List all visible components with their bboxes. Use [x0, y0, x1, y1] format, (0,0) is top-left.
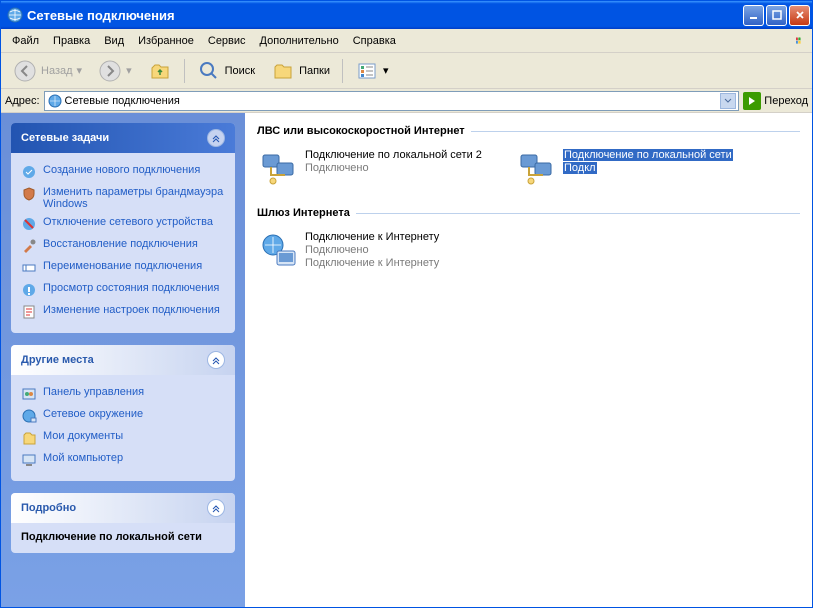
group-header-lan: ЛВС или высокоскоростной Интернет [249, 121, 808, 141]
separator [184, 59, 185, 83]
forward-icon [98, 59, 122, 83]
link-my-documents[interactable]: Мои документы [21, 427, 225, 449]
search-button[interactable]: Поиск [191, 57, 261, 85]
control-panel-icon [21, 386, 37, 402]
computer-icon [21, 452, 37, 468]
task-disable[interactable]: Отключение сетевого устройства [21, 213, 225, 235]
link-network-places[interactable]: Сетевое окружение [21, 405, 225, 427]
forward-button[interactable]: ▾ [92, 57, 138, 85]
separator [342, 59, 343, 83]
panel-network-tasks: Сетевые задачи Создание нового подключен… [11, 123, 235, 333]
chevron-down-icon: ▾ [126, 64, 132, 77]
properties-icon [21, 304, 37, 320]
close-button[interactable] [789, 5, 810, 26]
address-value: Сетевые подключения [65, 95, 180, 107]
titlebar: Сетевые подключения [1, 1, 812, 29]
group-items: Подключение к Интернету Подключено Подкл… [249, 223, 808, 285]
gateway-item[interactable]: Подключение к Интернету Подключено Подкл… [257, 229, 507, 273]
task-repair[interactable]: Восстановление подключения [21, 235, 225, 257]
address-bar: Адрес: Сетевые подключения Переход [1, 89, 812, 113]
address-label: Адрес: [5, 95, 40, 107]
folders-icon [271, 59, 295, 83]
chevron-down-icon: ▾ [383, 64, 389, 77]
location-icon [47, 93, 63, 109]
network-places-icon [21, 408, 37, 424]
repair-icon [21, 238, 37, 254]
menu-favorites[interactable]: Избранное [131, 32, 201, 50]
window: Сетевые подключения Файл Правка Вид Избр… [0, 0, 813, 608]
chevron-down-icon: ▾ [77, 64, 83, 77]
internet-gateway-icon [259, 231, 299, 271]
panel-body: Создание нового подключения Изменить пар… [11, 153, 235, 333]
go-icon [743, 92, 761, 110]
task-firewall[interactable]: Изменить параметры брандмауэра Windows [21, 183, 225, 213]
lan-icon [517, 149, 557, 189]
rename-icon [21, 260, 37, 276]
views-button[interactable]: ▾ [349, 57, 395, 85]
task-new-connection[interactable]: Создание нового подключения [21, 161, 225, 183]
search-icon [197, 59, 221, 83]
minimize-button[interactable] [743, 5, 764, 26]
connection-item-selected[interactable]: Подключение по локальной сети Подкл [515, 147, 765, 191]
item-text: Подключение по локальной сети Подкл [563, 149, 763, 189]
sidebar: Сетевые задачи Создание нового подключен… [1, 113, 245, 607]
link-my-computer[interactable]: Мой компьютер [21, 449, 225, 471]
panel-header[interactable]: Другие места [11, 345, 235, 375]
task-status[interactable]: Просмотр состояния подключения [21, 279, 225, 301]
folders-button[interactable]: Папки [265, 57, 336, 85]
collapse-icon[interactable] [207, 351, 225, 369]
windows-flag-icon [788, 29, 812, 53]
network-disable-icon [21, 216, 37, 232]
collapse-icon[interactable] [207, 499, 225, 517]
address-input[interactable]: Сетевые подключения [44, 91, 740, 111]
panel-details: Подробно Подключение по локальной сети [11, 493, 235, 553]
menu-advanced[interactable]: Дополнительно [253, 32, 346, 50]
back-button[interactable]: Назад ▾ [7, 57, 88, 85]
main-area: ЛВС или высокоскоростной Интернет Подклю… [245, 113, 812, 607]
documents-icon [21, 430, 37, 446]
lan-icon [259, 149, 299, 189]
item-text: Подключение по локальной сети 2 Подключе… [305, 149, 505, 189]
window-title: Сетевые подключения [27, 8, 743, 23]
group-items: Подключение по локальной сети 2 Подключе… [249, 141, 808, 203]
window-buttons [743, 5, 810, 26]
menubar: Файл Правка Вид Избранное Сервис Дополни… [1, 29, 812, 53]
status-icon [21, 282, 37, 298]
menu-file[interactable]: Файл [5, 32, 46, 50]
collapse-icon[interactable] [207, 129, 225, 147]
panel-body: Подключение по локальной сети [11, 523, 235, 553]
menu-view[interactable]: Вид [97, 32, 131, 50]
content: Сетевые задачи Создание нового подключен… [1, 113, 812, 607]
up-button[interactable] [142, 57, 178, 85]
link-control-panel[interactable]: Панель управления [21, 383, 225, 405]
panel-header[interactable]: Подробно [11, 493, 235, 523]
panel-body: Панель управления Сетевое окружение Мои … [11, 375, 235, 481]
item-text: Подключение к Интернету Подключено Подкл… [305, 231, 505, 271]
menu-help[interactable]: Справка [346, 32, 403, 50]
back-icon [13, 59, 37, 83]
connection-item[interactable]: Подключение по локальной сети 2 Подключе… [257, 147, 507, 191]
folder-up-icon [148, 59, 172, 83]
panel-other-places: Другие места Панель управления Сетевое о… [11, 345, 235, 481]
task-properties[interactable]: Изменение настроек подключения [21, 301, 225, 323]
address-dropdown[interactable] [720, 93, 736, 109]
menu-edit[interactable]: Правка [46, 32, 97, 50]
menu-service[interactable]: Сервис [201, 32, 253, 50]
toolbar: Назад ▾ ▾ Поиск Папки ▾ [1, 53, 812, 89]
group-header-gateway: Шлюз Интернета [249, 203, 808, 223]
task-rename[interactable]: Переименование подключения [21, 257, 225, 279]
wizard-icon [21, 164, 37, 180]
shield-icon [21, 186, 37, 202]
go-button[interactable]: Переход [743, 92, 808, 110]
app-icon [7, 7, 23, 23]
views-icon [355, 59, 379, 83]
details-title: Подключение по локальной сети [21, 531, 225, 543]
maximize-button[interactable] [766, 5, 787, 26]
panel-header[interactable]: Сетевые задачи [11, 123, 235, 153]
